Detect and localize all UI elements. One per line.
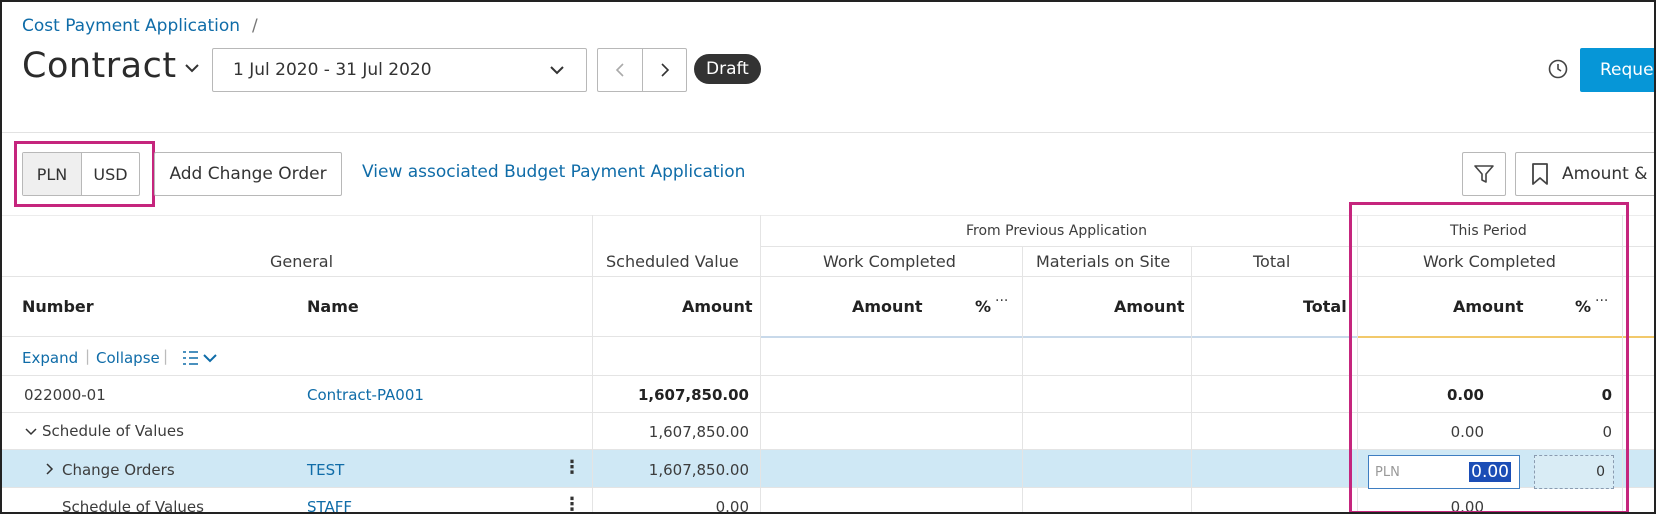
column-header-wc-amount[interactable]: Amount xyxy=(852,297,922,316)
row-scheduled-value: 0.00 xyxy=(715,498,749,514)
group-header-from-previous: From Previous Application xyxy=(966,223,1147,239)
highlight-currency-toggle xyxy=(14,141,155,207)
row-number: Schedule of Values xyxy=(42,422,184,440)
column-divider xyxy=(592,215,593,512)
header-divider xyxy=(2,132,1654,133)
chevron-right-icon xyxy=(660,63,669,77)
chevron-left-icon xyxy=(615,63,624,77)
column-menu-icon[interactable]: ··· xyxy=(995,293,1008,309)
filter-icon xyxy=(1474,165,1494,183)
prev-period-button[interactable] xyxy=(598,49,642,91)
status-badge: Draft xyxy=(694,54,761,84)
next-period-button[interactable] xyxy=(642,49,686,91)
history-icon[interactable] xyxy=(1547,58,1569,80)
column-header-name[interactable]: Name xyxy=(307,297,359,316)
row-number: Schedule of Values xyxy=(62,498,204,514)
row-name-link[interactable]: STAFF xyxy=(307,498,352,512)
app-frame: Cost Payment Application / Contract 1 Ju… xyxy=(0,0,1656,514)
date-range-select[interactable]: 1 Jul 2020 - 31 Jul 2020 xyxy=(212,48,587,92)
column-divider xyxy=(1022,246,1023,512)
page-title: Contract xyxy=(22,46,177,86)
collapse-link[interactable]: Collapse xyxy=(96,349,160,367)
chevron-right-icon[interactable] xyxy=(44,462,56,476)
column-header-mos-amount[interactable]: Amount xyxy=(1114,297,1184,316)
date-range-value: 1 Jul 2020 - 31 Jul 2020 xyxy=(233,60,432,80)
row-scheduled-value: 1,607,850.00 xyxy=(648,423,749,441)
view-budget-payment-link[interactable]: View associated Budget Payment Applicati… xyxy=(362,162,745,182)
expand-link[interactable]: Expand xyxy=(22,349,78,367)
section-header-scheduled-value: Scheduled Value xyxy=(606,252,739,271)
highlight-this-period xyxy=(1349,202,1629,512)
amount-view-label: Amount & xyxy=(1562,164,1648,184)
row-scheduled-value: 1,607,850.00 xyxy=(637,386,749,404)
row-scheduled-value: 1,607,850.00 xyxy=(648,461,749,479)
row-menu-icon[interactable]: ⋮ xyxy=(563,494,581,512)
period-nav xyxy=(597,48,687,92)
filter-button[interactable] xyxy=(1462,152,1506,196)
row-number: 022000-01 xyxy=(24,386,106,404)
row-menu-icon[interactable]: ⋮ xyxy=(563,457,581,478)
chevron-down-icon[interactable] xyxy=(183,59,201,77)
row-number: Change Orders xyxy=(62,461,175,479)
section-header-total: Total xyxy=(1253,252,1291,271)
bookmark-icon xyxy=(1532,163,1548,185)
column-divider xyxy=(1191,246,1192,512)
column-header-sv-amount[interactable]: Amount xyxy=(682,297,752,316)
breadcrumb: Cost Payment Application / xyxy=(22,16,258,36)
list-options-icon[interactable] xyxy=(182,350,220,366)
add-change-order-button[interactable]: Add Change Order xyxy=(154,152,342,196)
row-name-link[interactable]: Contract-PA001 xyxy=(307,386,424,404)
chevron-down-icon xyxy=(550,66,564,75)
section-header-work-completed: Work Completed xyxy=(823,252,956,271)
title-row[interactable]: Contract xyxy=(22,46,201,86)
controls-separator: | xyxy=(163,347,169,365)
column-divider xyxy=(760,215,761,512)
request-button[interactable]: Reques xyxy=(1580,48,1654,92)
column-header-wc-pct[interactable]: % xyxy=(975,297,991,316)
controls-separator: | xyxy=(85,347,91,365)
breadcrumb-separator: / xyxy=(252,16,258,36)
breadcrumb-parent-link[interactable]: Cost Payment Application xyxy=(22,16,240,36)
section-header-general: General xyxy=(270,252,334,271)
amount-view-button[interactable]: Amount & xyxy=(1515,152,1654,196)
column-header-total[interactable]: Total xyxy=(1303,297,1347,316)
section-header-materials-on-site: Materials on Site xyxy=(1036,252,1171,271)
row-name-link[interactable]: TEST xyxy=(307,461,344,479)
column-header-number[interactable]: Number xyxy=(22,297,94,316)
chevron-down-icon[interactable] xyxy=(24,426,38,438)
